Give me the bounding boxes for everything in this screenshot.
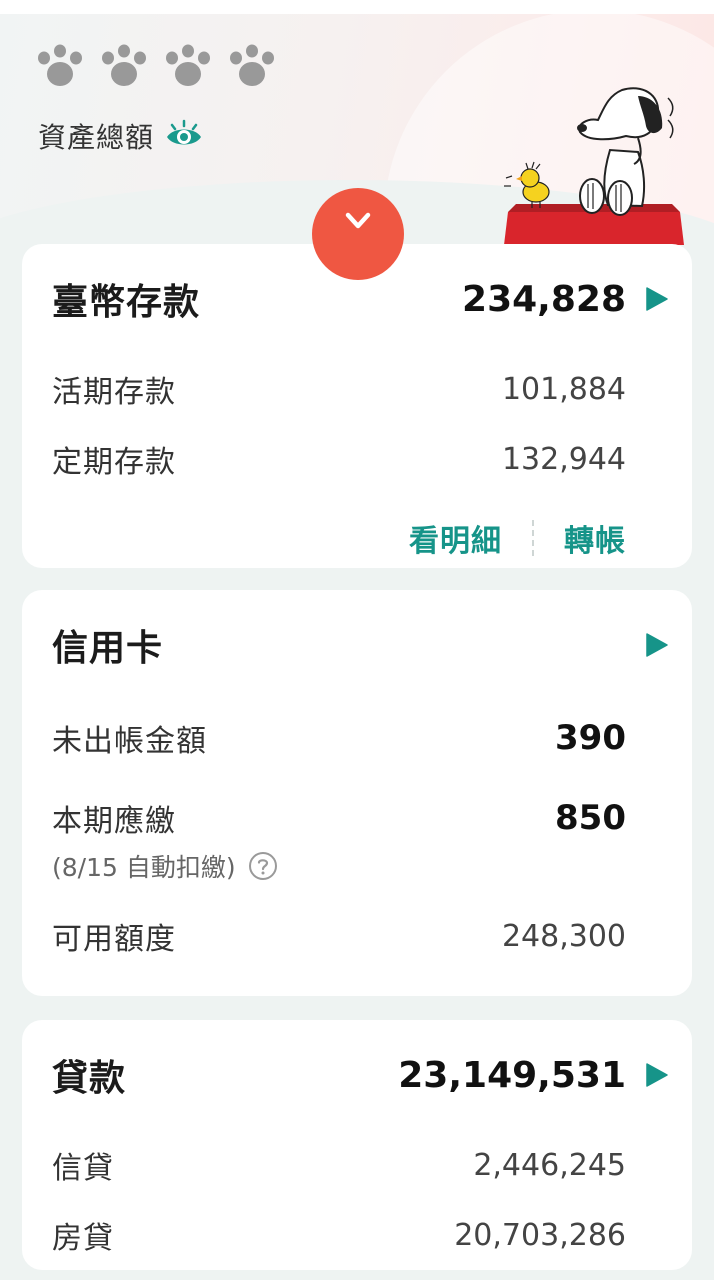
credit-card-card: 信用卡 未出帳金額 390 本期應繳 850 (8/15 自動扣繳) 可用額度 … <box>22 590 692 996</box>
list-item: 活期存款 101,884 <box>52 354 626 424</box>
actions-divider <box>532 520 534 556</box>
paw-icon <box>102 44 146 86</box>
available-credit-label: 可用額度 <box>52 922 176 957</box>
play-arrow-icon[interactable] <box>646 1063 668 1087</box>
asset-total-row: 資產總額 <box>38 116 204 156</box>
eye-icon[interactable] <box>164 116 204 156</box>
amount-due-label: 本期應繳 <box>52 804 176 839</box>
list-item: 房貸 20,703,286 <box>52 1200 626 1270</box>
available-credit-value: 248,300 <box>501 918 626 954</box>
asset-overview-page: 資產總額 臺幣存款 234,828 活期存款 101,884 定期存款 132,… <box>0 0 714 1280</box>
chevron-down-icon <box>345 212 371 229</box>
loans-total: 23,149,531 <box>398 1054 626 1096</box>
unbilled-amount-value: 390 <box>555 718 626 758</box>
credit-loan-value: 2,446,245 <box>473 1147 626 1183</box>
auto-debit-note: (8/15 自動扣繳) <box>52 846 626 886</box>
help-icon[interactable] <box>248 851 278 881</box>
deposits-actions: 看明細 轉帳 <box>52 498 626 578</box>
mortgage-label: 房貸 <box>52 1221 114 1256</box>
deposits-title: 臺幣存款 <box>52 282 201 323</box>
transfer-link[interactable]: 轉帳 <box>564 516 626 560</box>
masked-total-paws <box>36 44 276 88</box>
amount-due-value: 850 <box>555 798 626 838</box>
loans-card-header[interactable]: 貸款 23,149,531 <box>52 1020 668 1130</box>
snoopy-doghouse-illustration <box>504 87 684 245</box>
demand-deposit-label: 活期存款 <box>52 375 176 410</box>
credit-loan-label: 信貸 <box>52 1151 114 1186</box>
play-arrow-icon[interactable] <box>646 287 668 311</box>
deposits-total: 234,828 <box>462 278 626 320</box>
asset-total-label: 資產總額 <box>38 121 155 154</box>
unbilled-amount-label: 未出帳金額 <box>52 724 207 759</box>
list-item: 信貸 2,446,245 <box>52 1130 626 1200</box>
loans-card: 貸款 23,149,531 信貸 2,446,245 房貸 20,703,286 <box>22 1020 692 1270</box>
list-item: 可用額度 248,300 <box>52 886 626 986</box>
play-arrow-icon[interactable] <box>646 633 668 657</box>
credit-card-title: 信用卡 <box>52 628 164 669</box>
view-details-link[interactable]: 看明細 <box>409 516 502 560</box>
mortgage-value: 20,703,286 <box>454 1217 626 1253</box>
list-item: 定期存款 132,944 <box>52 424 626 494</box>
loans-title: 貸款 <box>52 1058 127 1099</box>
time-deposit-label: 定期存款 <box>52 445 176 480</box>
deposits-card: 臺幣存款 234,828 活期存款 101,884 定期存款 132,944 看… <box>22 244 692 568</box>
paw-icon <box>166 44 210 86</box>
paw-icon <box>230 44 274 86</box>
auto-debit-text: (8/15 自動扣繳) <box>52 853 236 882</box>
credit-card-header[interactable]: 信用卡 <box>52 590 668 700</box>
time-deposit-value: 132,944 <box>501 441 626 477</box>
paw-icon <box>38 44 82 86</box>
list-item: 未出帳金額 390 <box>52 700 626 776</box>
demand-deposit-value: 101,884 <box>501 371 626 407</box>
collapse-button[interactable] <box>312 188 404 280</box>
